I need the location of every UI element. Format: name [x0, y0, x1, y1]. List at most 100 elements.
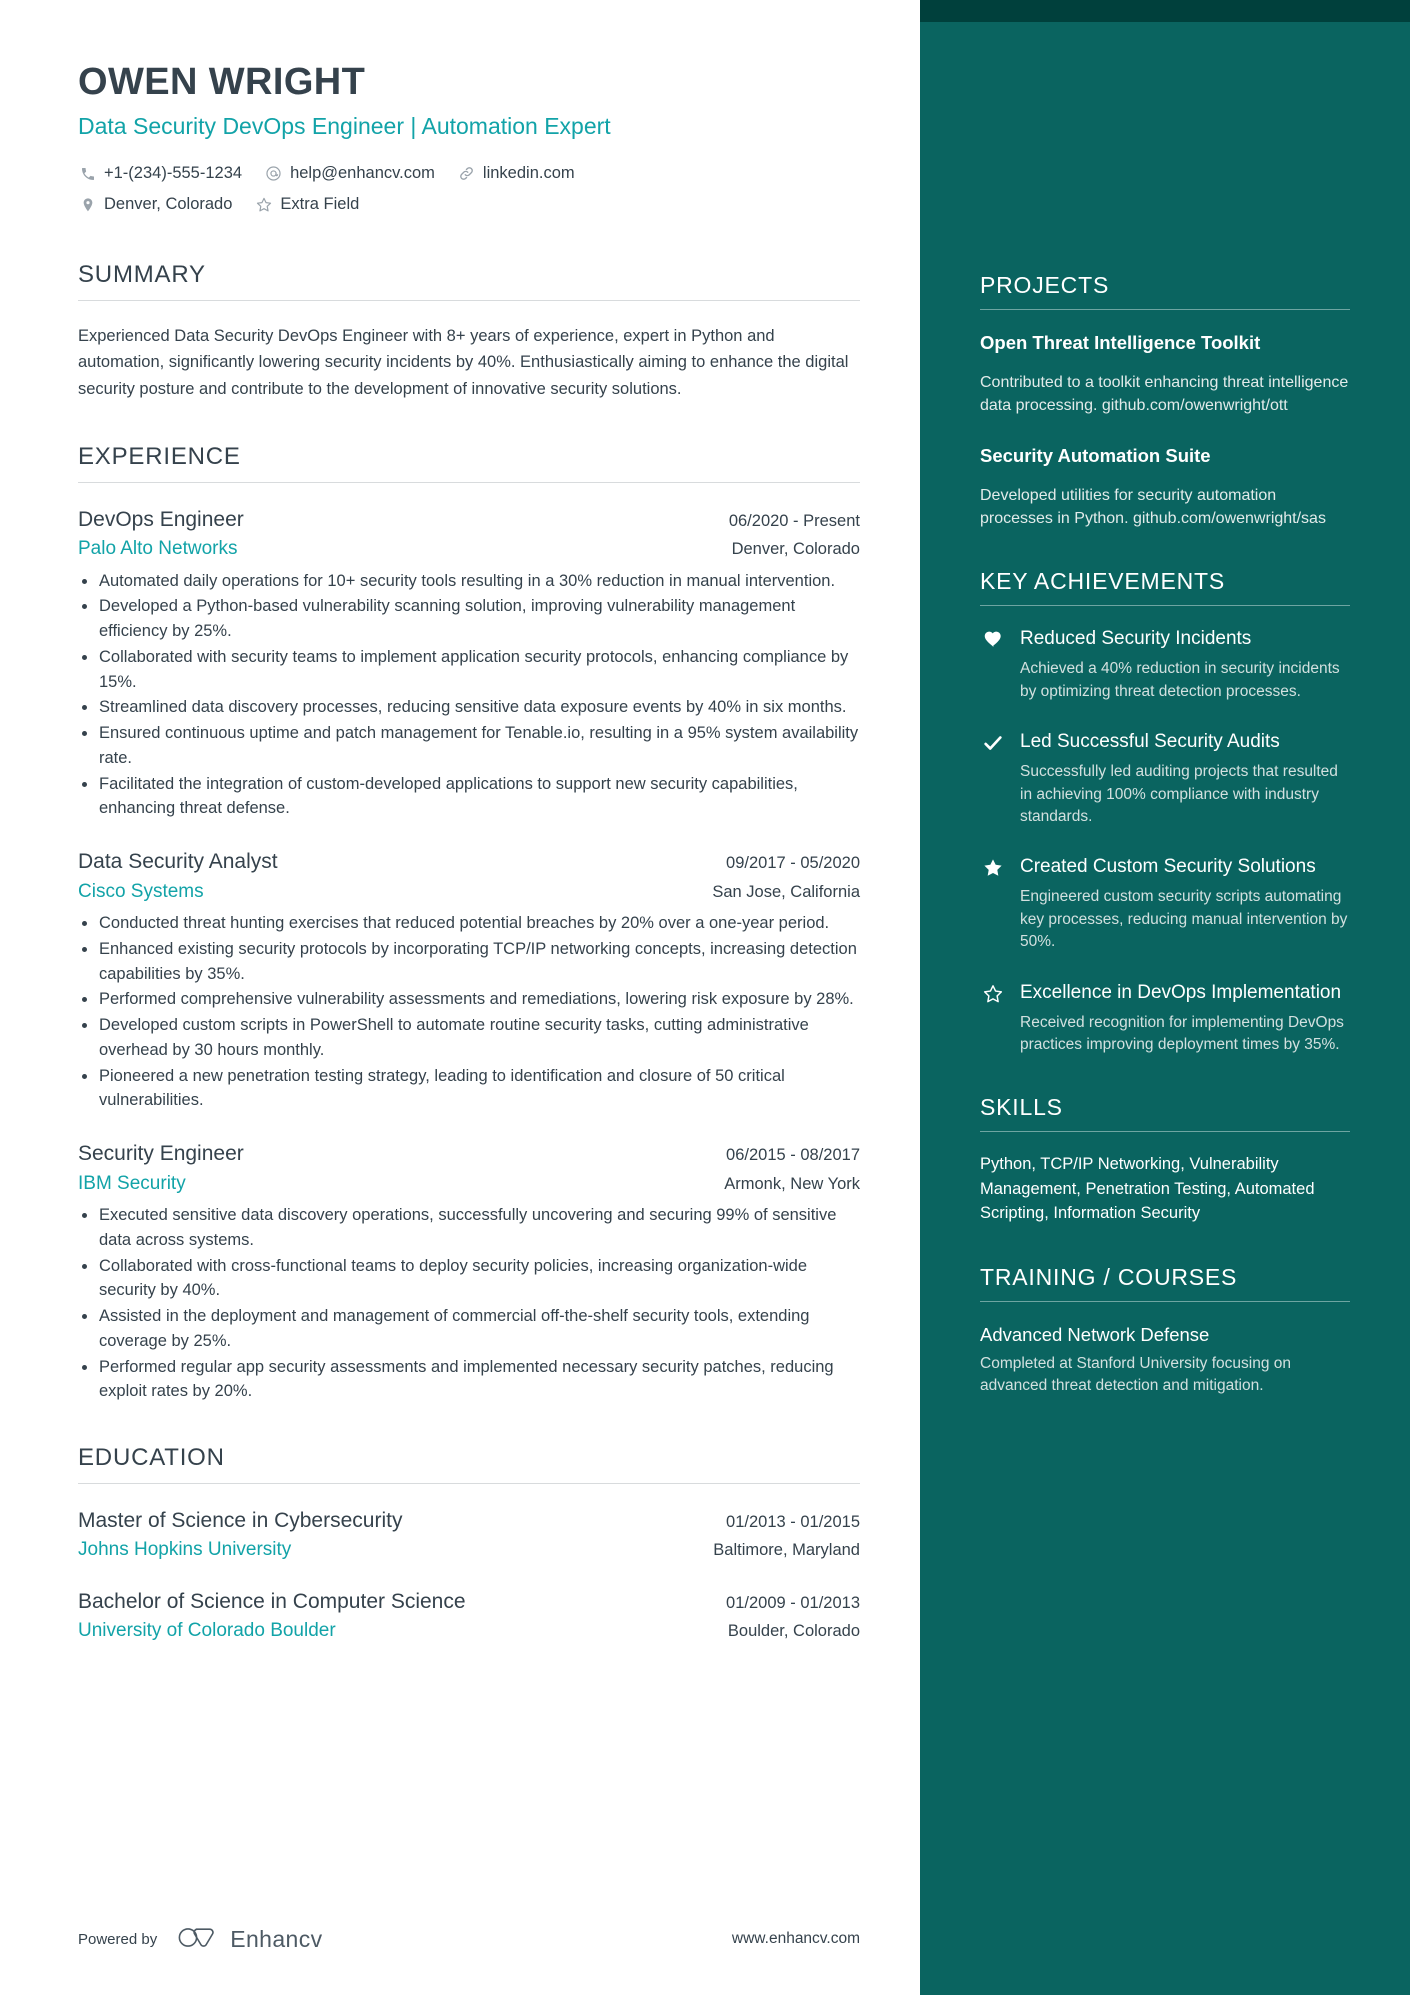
achievement-item: Created Custom Security Solutions Engine…	[980, 854, 1350, 953]
enhancv-wordmark: Enhancv	[230, 1925, 323, 1952]
resume-page: OWEN WRIGHT Data Security DevOps Enginee…	[0, 0, 1410, 1995]
education-entry-subheader: Johns Hopkins University Baltimore, Mary…	[78, 1536, 860, 1565]
job-bullets: Executed sensitive data discovery operat…	[78, 1203, 860, 1404]
project-title: Open Threat Intelligence Toolkit	[980, 332, 1261, 353]
achievements-section: KEY ACHIEVEMENTS Reduced Security Incide…	[980, 568, 1350, 1056]
achievement-item: Led Successful Security Audits Successfu…	[980, 729, 1350, 828]
enhancv-brand: Enhancv	[177, 1924, 322, 1955]
project-item: Open Threat Intelligence Toolkit Contrib…	[980, 330, 1350, 417]
achievements-heading: KEY ACHIEVEMENTS	[980, 568, 1350, 607]
bullet-item: Streamlined data discovery processes, re…	[78, 695, 860, 720]
bullet-item: Developed custom scripts in PowerShell t…	[78, 1013, 860, 1063]
experience-entry-subheader: Cisco Systems San Jose, California	[78, 878, 860, 907]
main-column: OWEN WRIGHT Data Security DevOps Enginee…	[0, 0, 920, 1995]
achievement-body: Reduced Security Incidents Achieved a 40…	[1020, 626, 1350, 703]
contact-email: help@enhancv.com	[264, 158, 435, 189]
bullet-item: Performed regular app security assessmen…	[78, 1355, 860, 1405]
job-date: 06/2020 - Present	[728, 511, 860, 530]
achievement-item: Reduced Security Incidents Achieved a 40…	[980, 626, 1350, 703]
project-item: Security Automation Suite Developed util…	[980, 443, 1350, 530]
projects-section: PROJECTS Open Threat Intelligence Toolki…	[980, 272, 1350, 530]
sidebar: PROJECTS Open Threat Intelligence Toolki…	[920, 0, 1410, 1995]
project-desc: Developed utilities for security automat…	[980, 486, 1326, 528]
email-icon	[264, 164, 283, 183]
contact-email-text: help@enhancv.com	[290, 163, 435, 182]
powered-by-label: Powered by	[78, 1930, 158, 1948]
bullet-item: Collaborated with cross-functional teams…	[78, 1254, 860, 1304]
heart-icon	[980, 626, 1006, 703]
education-section: EDUCATION Master of Science in Cybersecu…	[78, 1444, 860, 1646]
job-location: San Jose, California	[712, 882, 860, 901]
training-heading: TRAINING / COURSES	[980, 1264, 1350, 1302]
job-company: IBM Security	[78, 1172, 186, 1194]
course-desc: Completed at Stanford University focusin…	[980, 1354, 1292, 1395]
bullet-item: Enhanced existing security protocols by …	[78, 937, 860, 987]
page-title: OWEN WRIGHT	[78, 61, 366, 103]
bullet-item: Conducted threat hunting exercises that …	[78, 911, 860, 936]
summary-section: SUMMARY Experienced Data Security DevOps…	[78, 261, 860, 403]
course-title: Advanced Network Defense	[980, 1323, 1210, 1345]
experience-entry-subheader: IBM Security Armonk, New York	[78, 1170, 860, 1199]
star-outline-icon	[254, 195, 273, 214]
course-item: Advanced Network Defense Completed at St…	[980, 1322, 1350, 1398]
education-heading: EDUCATION	[78, 1444, 860, 1485]
experience-entry: Data Security Analyst 09/2017 - 05/2020 …	[78, 847, 860, 1113]
bullet-item: Pioneered a new penetration testing stra…	[78, 1064, 860, 1114]
contact-link-text: linkedin.com	[482, 163, 575, 182]
skills-text: Python, TCP/IP Networking, Vulnerability…	[980, 1155, 1315, 1223]
degree-date: 01/2013 - 01/2015	[726, 1513, 860, 1532]
contact-phone: +1-(234)-555-1234	[78, 158, 242, 189]
achievement-title: Led Successful Security Audits	[1020, 731, 1280, 753]
bullet-item: Executed sensitive data discovery operat…	[78, 1203, 860, 1253]
education-entry-subheader: University of Colorado Boulder Boulder, …	[78, 1617, 860, 1646]
job-company: Cisco Systems	[78, 880, 204, 902]
school-name: University of Colorado Boulder	[78, 1620, 336, 1642]
skills-heading: SKILLS	[980, 1094, 1350, 1133]
achievement-body: Led Successful Security Audits Successfu…	[1020, 729, 1350, 828]
bullet-item: Collaborated with security teams to impl…	[78, 645, 860, 695]
achievement-desc: Received recognition for implementing De…	[1020, 1013, 1344, 1053]
job-company: Palo Alto Networks	[78, 538, 238, 560]
education-entry-header: Master of Science in Cybersecurity 01/20…	[78, 1506, 860, 1536]
experience-entry-header: DevOps Engineer 06/2020 - Present	[78, 505, 860, 535]
school-name: Johns Hopkins University	[78, 1539, 292, 1561]
contact-extra-field: Extra Field	[254, 189, 359, 220]
achievement-title: Created Custom Security Solutions	[1020, 856, 1316, 878]
experience-entry: DevOps Engineer 06/2020 - Present Palo A…	[78, 505, 860, 821]
training-section: TRAINING / COURSES Advanced Network Defe…	[980, 1264, 1350, 1398]
job-date: 06/2015 - 08/2017	[726, 1146, 860, 1165]
link-icon	[457, 164, 476, 183]
projects-heading: PROJECTS	[980, 272, 1350, 310]
job-role: Security Engineer	[78, 1142, 244, 1166]
experience-entry-header: Data Security Analyst 09/2017 - 05/2020	[78, 847, 860, 877]
check-icon	[980, 729, 1006, 828]
achievement-title: Excellence in DevOps Implementation	[1020, 981, 1342, 1003]
contact-extra-field-text: Extra Field	[280, 195, 360, 214]
powered-by-block: Powered by Enhancv	[78, 1924, 323, 1955]
school-location: Boulder, Colorado	[727, 1622, 860, 1641]
achievement-item: Excellence in DevOps Implementation Rece…	[980, 980, 1350, 1057]
footer: Powered by Enhancv www.enhancv.com	[78, 1883, 920, 1995]
bullet-item: Assisted in the deployment and managemen…	[78, 1304, 860, 1354]
job-title: Data Security DevOps Engineer | Automati…	[78, 112, 611, 139]
achievement-body: Excellence in DevOps Implementation Rece…	[1020, 980, 1350, 1057]
job-bullets: Automated daily operations for 10+ secur…	[78, 569, 860, 822]
education-entry: Master of Science in Cybersecurity 01/20…	[78, 1506, 860, 1565]
bullet-item: Automated daily operations for 10+ secur…	[78, 569, 860, 594]
bullet-item: Facilitated the integration of custom-de…	[78, 772, 860, 822]
school-location: Baltimore, Maryland	[713, 1541, 860, 1560]
job-role: Data Security Analyst	[78, 850, 278, 874]
star-outline-icon	[980, 980, 1006, 1057]
bullet-item: Performed comprehensive vulnerability as…	[78, 987, 860, 1012]
experience-section: EXPERIENCE DevOps Engineer 06/2020 - Pre…	[78, 443, 860, 1404]
bullet-item: Developed a Python-based vulnerability s…	[78, 594, 860, 644]
degree-title: Bachelor of Science in Computer Science	[78, 1589, 466, 1613]
job-location: Armonk, New York	[724, 1174, 860, 1193]
enhancv-logo-icon	[177, 1924, 219, 1955]
contact-location-text: Denver, Colorado	[104, 195, 233, 214]
degree-title: Master of Science in Cybersecurity	[78, 1509, 403, 1533]
experience-entry-subheader: Palo Alto Networks Denver, Colorado	[78, 535, 860, 564]
achievement-desc: Engineered custom security scripts autom…	[1020, 888, 1348, 951]
footer-url: www.enhancv.com	[731, 1930, 860, 1947]
achievement-body: Created Custom Security Solutions Engine…	[1020, 854, 1350, 953]
